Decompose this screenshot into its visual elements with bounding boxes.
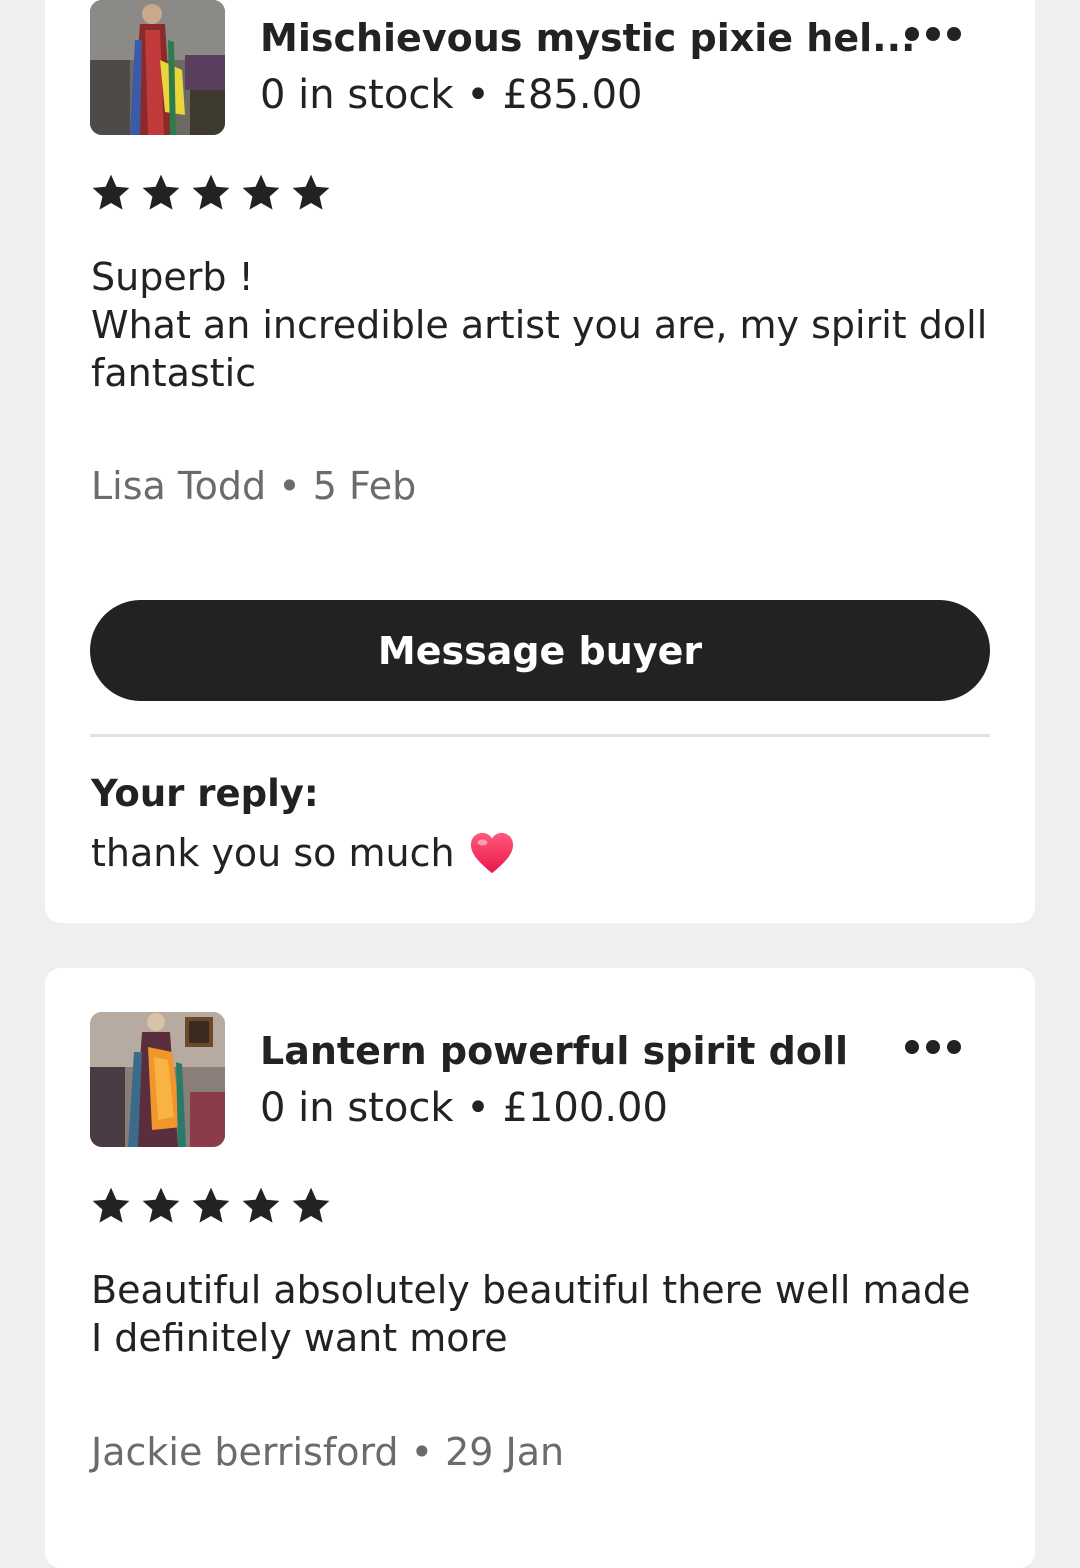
star-icon (292, 1187, 330, 1223)
star-icon (242, 174, 280, 210)
star-icon (142, 1187, 180, 1223)
more-options-button[interactable] (897, 14, 969, 54)
star-icon (92, 174, 130, 210)
reply-label: Your reply: (91, 772, 319, 815)
listing-stock-price: 0 in stock • £85.00 (260, 72, 643, 118)
review-card: Mischievous mystic pixie hel... 0 in sto… (45, 0, 1035, 923)
star-icon (142, 174, 180, 210)
more-options-button[interactable] (897, 1027, 969, 1067)
listing-title[interactable]: Lantern powerful spirit doll (260, 1028, 848, 1074)
review-text: Beautiful absolutely beautiful there wel… (91, 1268, 971, 1360)
heart-emoji (470, 832, 513, 874)
review-card: Lantern powerful spirit doll 0 in stock … (45, 968, 1035, 1568)
reviewer-name-date: Jackie berrisford • 29 Jan (91, 1430, 565, 1474)
listing-thumbnail[interactable] (90, 0, 225, 135)
listing-thumbnail[interactable] (90, 1012, 225, 1147)
star-rating (90, 1185, 332, 1227)
divider (90, 734, 990, 737)
reply-message: thank you so much (91, 831, 455, 875)
star-icon (192, 1187, 230, 1223)
more-options-icon (905, 27, 961, 41)
star-rating (90, 172, 332, 214)
more-options-icon (905, 1040, 961, 1054)
star-icon (242, 1187, 280, 1223)
star-icon (292, 174, 330, 210)
reply-text: thank you so much (91, 829, 515, 877)
message-buyer-button[interactable]: Message buyer (90, 600, 990, 701)
review-text: Superb ! What an incredible artist you a… (91, 255, 988, 395)
reviewer-name-date: Lisa Todd • 5 Feb (91, 464, 417, 508)
listing-title[interactable]: Mischievous mystic pixie hel... (260, 15, 915, 61)
star-icon (92, 1187, 130, 1223)
listing-stock-price: 0 in stock • £100.00 (260, 1085, 668, 1131)
star-icon (192, 174, 230, 210)
